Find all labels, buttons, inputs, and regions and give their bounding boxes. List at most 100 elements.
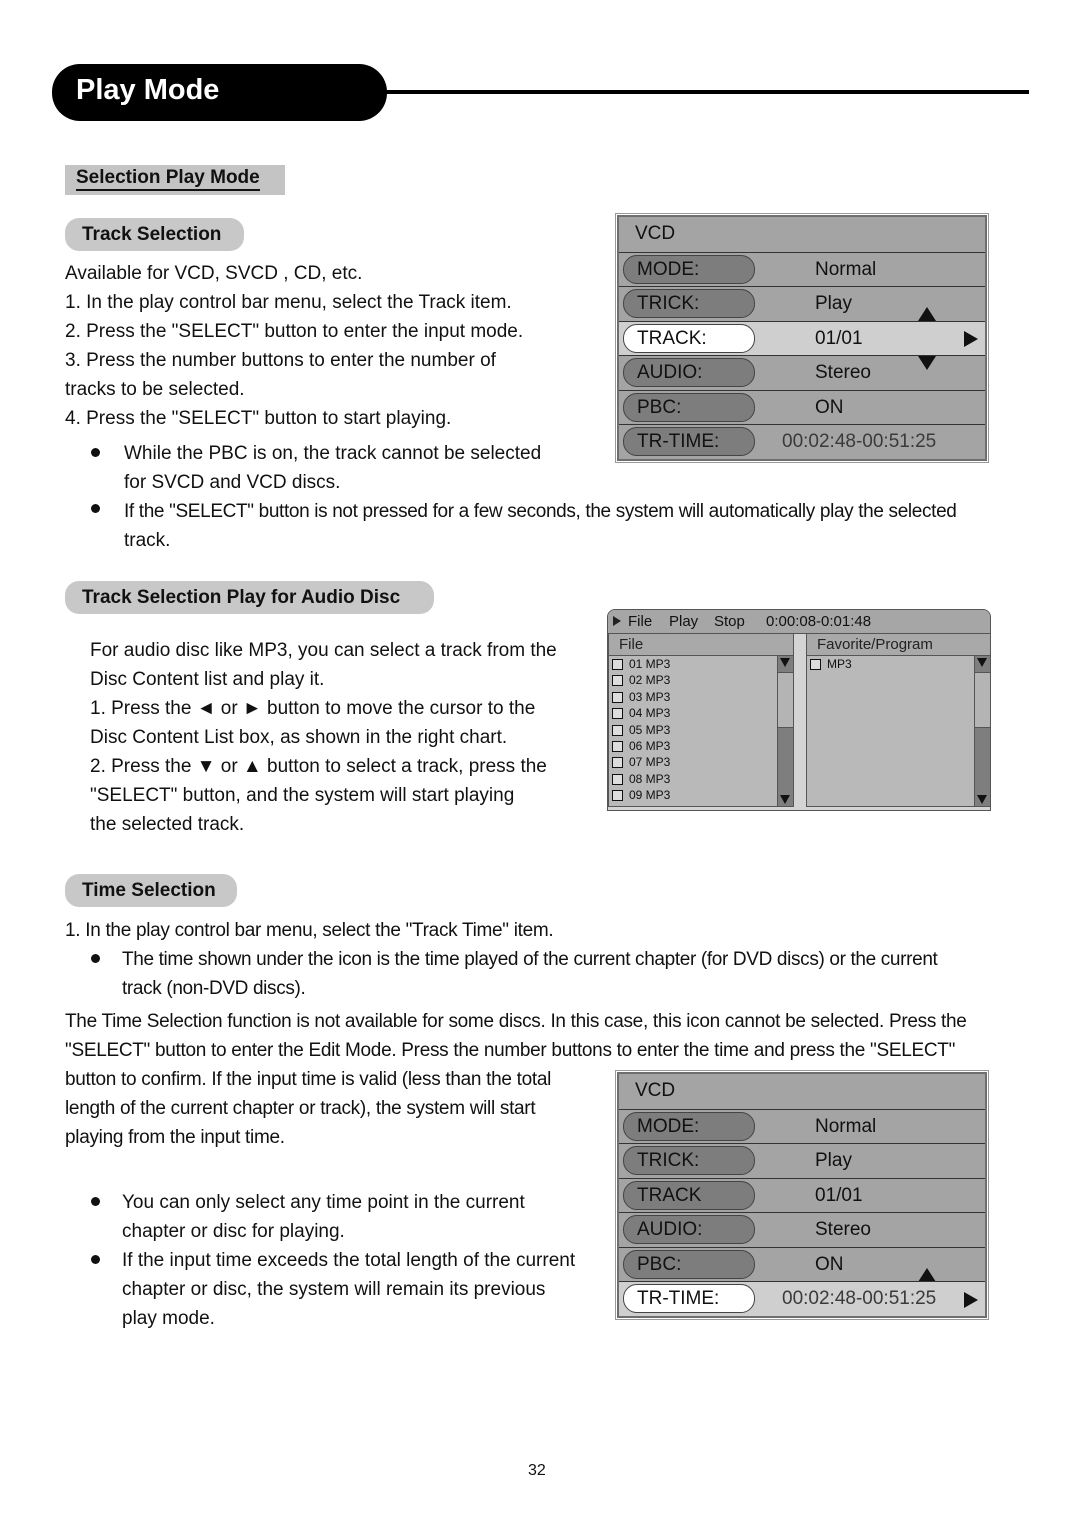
- playback-time: 0:00:08-0:01:48: [766, 613, 872, 630]
- up-arrow-icon[interactable]: [918, 307, 936, 321]
- scroll-down-arrow-icon[interactable]: [780, 795, 790, 804]
- stop-menu[interactable]: Stop: [714, 610, 745, 633]
- menu-row-tr-time[interactable]: TR-TIME: 00:02:48-00:51:25: [619, 1281, 985, 1316]
- track-list-item[interactable]: 03 MP3: [609, 689, 777, 705]
- menu-value: Stereo: [815, 362, 871, 383]
- scroll-thumb[interactable]: [778, 672, 793, 728]
- text-line: You can only select any time point in th…: [122, 1192, 525, 1213]
- down-arrow-icon[interactable]: [918, 356, 936, 370]
- play-menu[interactable]: Play: [669, 610, 698, 633]
- bullet-dot: [91, 954, 100, 963]
- checkbox-icon[interactable]: [810, 659, 821, 670]
- checkbox-icon[interactable]: [612, 691, 623, 703]
- bullet-dot: [91, 448, 100, 457]
- page-number: 32: [528, 1462, 546, 1479]
- checkbox-icon[interactable]: [612, 659, 623, 670]
- text-line: track.: [124, 530, 171, 551]
- text-line: "SELECT" button to enter the Edit Mode. …: [65, 1040, 956, 1061]
- section-heading: Selection Play Mode: [76, 167, 260, 191]
- up-arrow-icon[interactable]: [918, 1267, 936, 1282]
- file-list-scrollbar[interactable]: [777, 656, 793, 806]
- browser-control-bar: File Play Stop 0:00:08-0:01:48: [608, 610, 990, 634]
- menu-label: MODE:: [623, 1111, 755, 1141]
- scroll-thumb[interactable]: [975, 672, 990, 728]
- favorite-list-scrollbar[interactable]: [974, 656, 990, 806]
- menu-row-mode[interactable]: MODE: Normal: [619, 251, 985, 287]
- scroll-down-arrow-icon[interactable]: [977, 795, 987, 804]
- track-name: 05 MP3: [629, 722, 671, 737]
- menu-value: Normal: [815, 1115, 877, 1137]
- bullet-dot: [91, 504, 100, 513]
- menu-label: AUDIO:: [623, 358, 755, 387]
- menu-row-audio[interactable]: AUDIO: Stereo: [619, 355, 985, 390]
- time-point-note: You can only select any time point in th…: [122, 1188, 525, 1246]
- menu-label: TR-TIME:: [623, 1284, 755, 1313]
- text-line: chapter or disc for playing.: [122, 1221, 345, 1242]
- text-line: If the input time exceeds the total leng…: [122, 1250, 576, 1271]
- text-line: 1. Press the ◄ or ► button to move the c…: [90, 698, 536, 719]
- menu-value: Normal: [815, 258, 877, 280]
- text-line: track (non-DVD discs).: [122, 978, 306, 999]
- track-list-item[interactable]: 05 MP3: [609, 722, 777, 738]
- menu-value: 01/01: [815, 1184, 863, 1206]
- text-line: 4. Press the "SELECT" button to start pl…: [65, 408, 452, 429]
- scroll-down-arrow-icon[interactable]: [780, 658, 790, 667]
- menu-label: PBC:: [623, 1249, 755, 1279]
- page-title: Play Mode: [76, 74, 220, 106]
- text-line: 2. Press the "SELECT" button to enter th…: [65, 321, 524, 342]
- track-name: MP3: [827, 657, 852, 671]
- time-exceed-note: If the input time exceeds the total leng…: [122, 1246, 575, 1333]
- menu-row-audio[interactable]: AUDIO: Stereo: [619, 1212, 985, 1247]
- favorite-program-pane: Favorite/Program MP3: [806, 633, 990, 807]
- right-arrow-icon[interactable]: [964, 330, 978, 347]
- checkbox-icon[interactable]: [612, 708, 623, 720]
- track-list-item[interactable]: 07 MP3: [609, 754, 777, 770]
- menu-row-trick[interactable]: TRICK: Play: [619, 286, 985, 321]
- text-line: Disc Content List box, as shown in the r…: [90, 727, 508, 748]
- menu-row-track[interactable]: TRACK: 01/01: [619, 320, 985, 355]
- text-line: For audio disc like MP3, you can select …: [90, 640, 557, 661]
- favorite-list: MP3: [807, 656, 974, 672]
- menu-row-tr-time[interactable]: TR-TIME: 00:02:48-00:51:25: [619, 424, 985, 459]
- checkbox-icon[interactable]: [612, 724, 623, 736]
- track-name: 09 MP3: [629, 788, 671, 803]
- menu-value: 00:02:48-00:51:25: [782, 431, 937, 452]
- menu-value: Play: [815, 1150, 852, 1171]
- menu-value: ON: [815, 396, 844, 418]
- pbc-note: While the PBC is on, the track cannot be…: [124, 439, 541, 497]
- text-line: Available for VCD, SVCD , CD, etc.: [65, 263, 363, 284]
- menu-row-pbc[interactable]: PBC: ON: [619, 389, 985, 425]
- audio-disc-heading: Track Selection Play for Audio Disc: [65, 581, 434, 614]
- text-line: 1. In the play control bar menu, select …: [65, 292, 512, 313]
- track-list-item[interactable]: 01 MP3: [609, 656, 777, 672]
- file-list-pane: File 01 MP3 02 MP3 03 MP3 04 MP3 05 MP3 06 MP…: [608, 633, 794, 807]
- menu-row-mode[interactable]: MODE: Normal: [619, 1108, 985, 1144]
- menu-label: AUDIO:: [623, 1215, 755, 1244]
- file-menu[interactable]: File: [628, 610, 652, 633]
- checkbox-icon[interactable]: [612, 757, 623, 769]
- track-selection-heading: Track Selection: [65, 218, 244, 251]
- menu-row-trick[interactable]: TRICK: Play: [619, 1143, 985, 1178]
- bullet-dot: [91, 1255, 100, 1264]
- track-list-item[interactable]: 09 MP3: [609, 787, 777, 803]
- track-list-item[interactable]: 08 MP3: [609, 771, 777, 787]
- disc-type-label: VCD: [635, 1080, 676, 1101]
- text-line: 3. Press the number buttons to enter the…: [65, 350, 496, 371]
- track-list-item[interactable]: 06 MP3: [609, 738, 777, 754]
- menu-row-pbc[interactable]: PBC: ON: [619, 1246, 985, 1282]
- menu-row-track[interactable]: TRACK 01/01: [619, 1177, 985, 1213]
- scroll-down-arrow-icon[interactable]: [977, 658, 987, 667]
- track-name: 02 MP3: [629, 673, 671, 688]
- checkbox-icon[interactable]: [612, 773, 623, 785]
- checkbox-icon[interactable]: [612, 740, 623, 752]
- track-list-item[interactable]: MP3: [807, 656, 974, 672]
- time-shown-note: The time shown under the icon is the tim…: [122, 945, 938, 1003]
- track-list-item[interactable]: 04 MP3: [609, 705, 777, 721]
- checkbox-icon[interactable]: [612, 675, 623, 687]
- favorite-pane-header: Favorite/Program: [807, 634, 990, 656]
- right-arrow-icon[interactable]: [964, 1292, 978, 1308]
- track-selection-steps: Available for VCD, SVCD , CD, etc. 1. In…: [65, 259, 523, 433]
- vcd-menu-header: VCD: [619, 217, 985, 252]
- track-list-item[interactable]: 02 MP3: [609, 672, 777, 688]
- checkbox-icon[interactable]: [612, 790, 623, 802]
